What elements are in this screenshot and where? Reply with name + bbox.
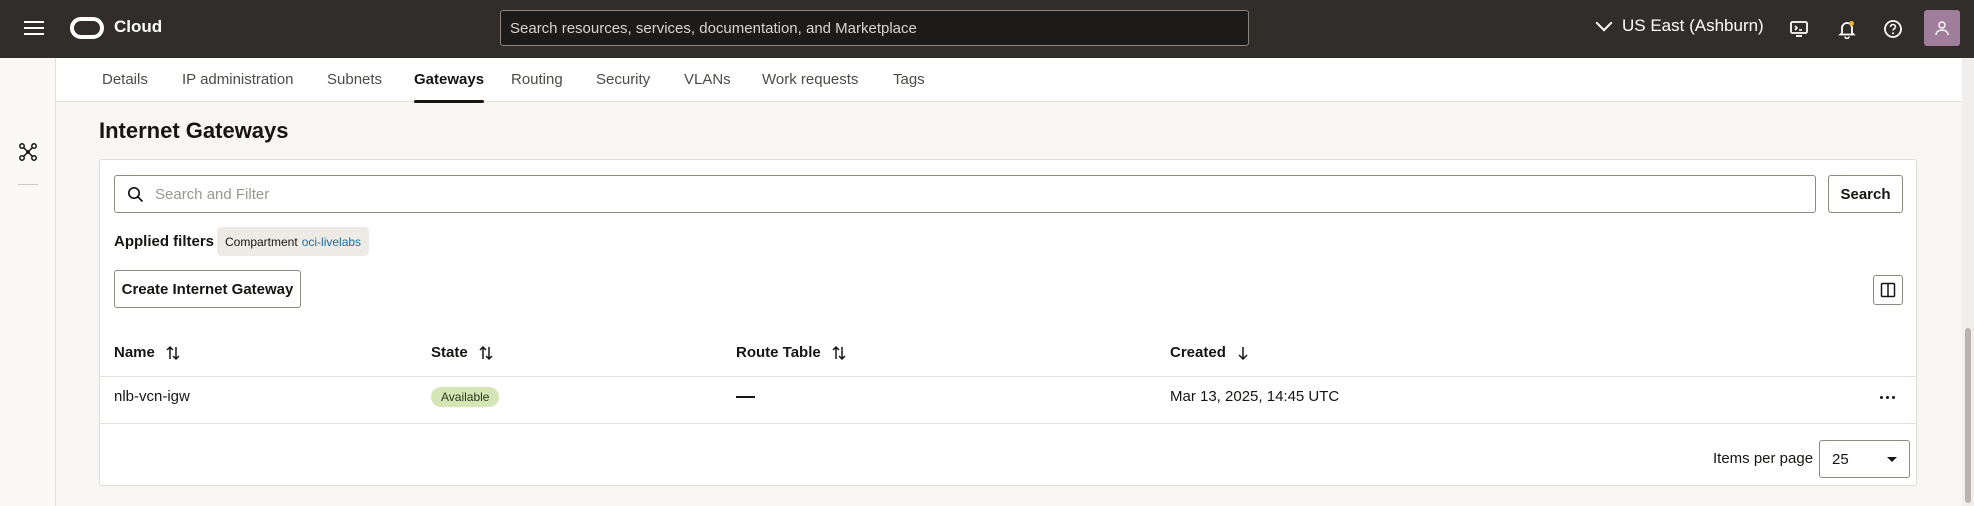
sort-icon xyxy=(479,345,493,360)
gateway-name[interactable]: nlb-vcn-igw xyxy=(114,388,190,405)
region-selector[interactable]: US East (Ashburn) xyxy=(1595,14,1764,36)
cloud-shell-icon[interactable] xyxy=(1788,18,1810,40)
tab-subnets[interactable]: Subnets xyxy=(327,71,382,88)
tab-security[interactable]: Security xyxy=(596,71,650,88)
top-bar: Cloud Search resources, services, docume… xyxy=(0,0,1974,58)
applied-filters-label: Applied filters xyxy=(114,233,215,250)
sort-descending-icon xyxy=(1238,346,1248,360)
sort-icon xyxy=(166,345,180,360)
status-badge: Available xyxy=(431,387,500,407)
tab-ip-administration[interactable]: IP administration xyxy=(182,71,293,88)
scrollbar-thumb[interactable] xyxy=(1965,328,1971,503)
notifications-bell-icon[interactable] xyxy=(1836,18,1858,40)
column-label: Created xyxy=(1170,344,1226,361)
oracle-logo-icon[interactable] xyxy=(70,17,104,39)
header-divider xyxy=(100,376,1916,377)
tab-tags[interactable]: Tags xyxy=(893,71,925,88)
column-header-created[interactable]: Created xyxy=(1170,344,1250,361)
tab-vlans[interactable]: VLANs xyxy=(684,71,731,88)
column-header-name[interactable]: Name xyxy=(114,344,181,361)
items-per-page-value: 25 xyxy=(1832,450,1849,468)
column-label: Route Table xyxy=(736,344,821,361)
search-filter-input[interactable]: Search and Filter xyxy=(114,175,1816,213)
row-divider xyxy=(100,423,1916,424)
column-chooser-icon[interactable] xyxy=(1873,275,1903,305)
created-date: Mar 13, 2025, 14:45 UTC xyxy=(1170,388,1340,405)
column-header-state[interactable]: State xyxy=(431,344,494,361)
page-title: Internet Gateways xyxy=(99,118,289,143)
create-internet-gateway-button[interactable]: Create Internet Gateway xyxy=(114,270,301,308)
tab-bar: Details IP administration Subnets Gatewa… xyxy=(56,58,1974,103)
network-topology-icon[interactable] xyxy=(18,142,38,162)
column-label: State xyxy=(431,344,468,361)
left-rail xyxy=(0,58,56,506)
tab-work-requests[interactable]: Work requests xyxy=(762,71,858,88)
rail-divider xyxy=(18,184,38,185)
items-per-page-select[interactable]: 25 xyxy=(1819,440,1910,478)
tab-gateways[interactable]: Gateways xyxy=(414,71,485,103)
global-search-input[interactable]: Search resources, services, documentatio… xyxy=(500,10,1249,46)
help-icon[interactable] xyxy=(1882,18,1904,40)
gateways-panel: Search and Filter Search Applied filters… xyxy=(99,159,1917,486)
tab-details[interactable]: Details xyxy=(102,71,148,88)
column-label: Name xyxy=(114,344,155,361)
row-actions-menu-icon[interactable] xyxy=(1875,386,1899,408)
sort-icon xyxy=(832,345,846,360)
region-label: US East (Ashburn) xyxy=(1622,16,1764,35)
caret-down-icon xyxy=(1887,456,1897,462)
search-button[interactable]: Search xyxy=(1828,175,1903,213)
search-icon xyxy=(127,186,144,207)
search-filter-placeholder: Search and Filter xyxy=(155,185,270,203)
chevron-down-icon xyxy=(1595,14,1613,32)
user-icon xyxy=(1935,21,1949,36)
route-table-empty-dash xyxy=(736,396,755,398)
page-scrollbar[interactable] xyxy=(1962,58,1974,506)
chip-key: Compartment xyxy=(225,234,298,249)
brand-name[interactable]: Cloud xyxy=(114,17,162,37)
items-per-page-label: Items per page xyxy=(1713,450,1814,467)
hamburger-menu-icon[interactable] xyxy=(22,17,46,41)
chip-value: oci-livelabs xyxy=(301,234,362,249)
column-header-route-table[interactable]: Route Table xyxy=(736,344,847,361)
tab-routing[interactable]: Routing xyxy=(511,71,563,88)
compartment-filter-chip[interactable]: Compartment oci-livelabs xyxy=(217,227,370,256)
user-avatar[interactable] xyxy=(1924,10,1960,46)
